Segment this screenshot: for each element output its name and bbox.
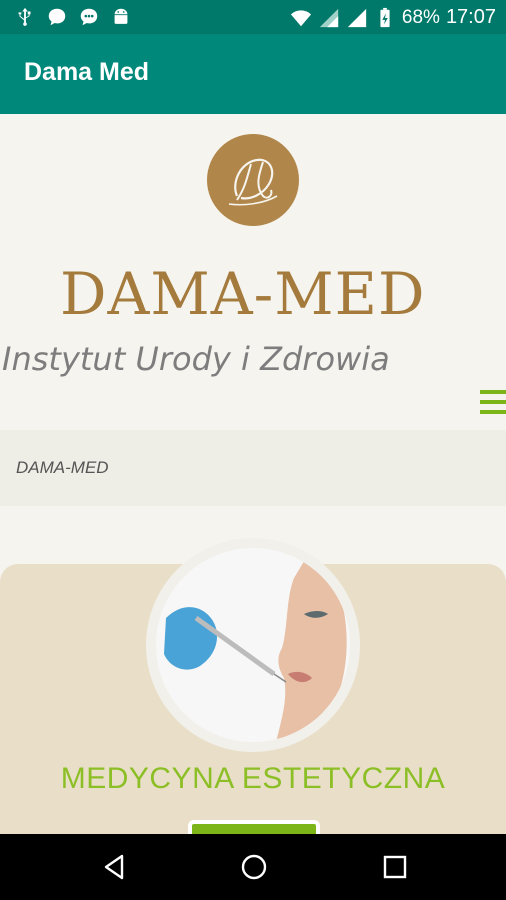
web-content[interactable]: DAMA-MED Instytut Urody i Zdrowia DAMA-M…: [0, 114, 506, 834]
clock: 17:07: [445, 6, 496, 28]
usb-icon: [18, 7, 31, 26]
home-icon[interactable]: [239, 852, 269, 882]
status-bar: 68% 17:07: [0, 0, 506, 34]
service-more-button[interactable]: [188, 820, 320, 834]
service-image[interactable]: [146, 538, 360, 752]
recents-icon[interactable]: [380, 852, 410, 882]
android-icon: [114, 8, 128, 24]
system-indicators: 68% 17:07: [290, 6, 496, 29]
wifi-icon: [290, 9, 311, 26]
back-icon[interactable]: [100, 852, 130, 882]
battery-percentage: 68%: [401, 6, 440, 28]
app-bar: Dama Med: [0, 34, 506, 114]
breadcrumb: DAMA-MED: [0, 430, 506, 506]
signal-icon: [319, 8, 339, 27]
breadcrumb-label[interactable]: DAMA-MED: [16, 458, 109, 478]
notification-icons: [14, 6, 132, 28]
navigation-bar: [0, 834, 506, 900]
hamburger-menu-icon[interactable]: [480, 390, 506, 418]
message-icon: [80, 8, 98, 26]
app-title: Dama Med: [24, 58, 150, 86]
logo-icon[interactable]: [207, 134, 299, 226]
brand-name: DAMA-MED: [60, 260, 426, 328]
brand-tagline: Instytut Urody i Zdrowia: [2, 340, 390, 378]
chat-icon: [48, 8, 66, 26]
service-title[interactable]: MEDYCYNA ESTETYCZNA: [0, 762, 506, 796]
battery-icon: [380, 7, 390, 27]
signal-icon: [347, 8, 367, 27]
